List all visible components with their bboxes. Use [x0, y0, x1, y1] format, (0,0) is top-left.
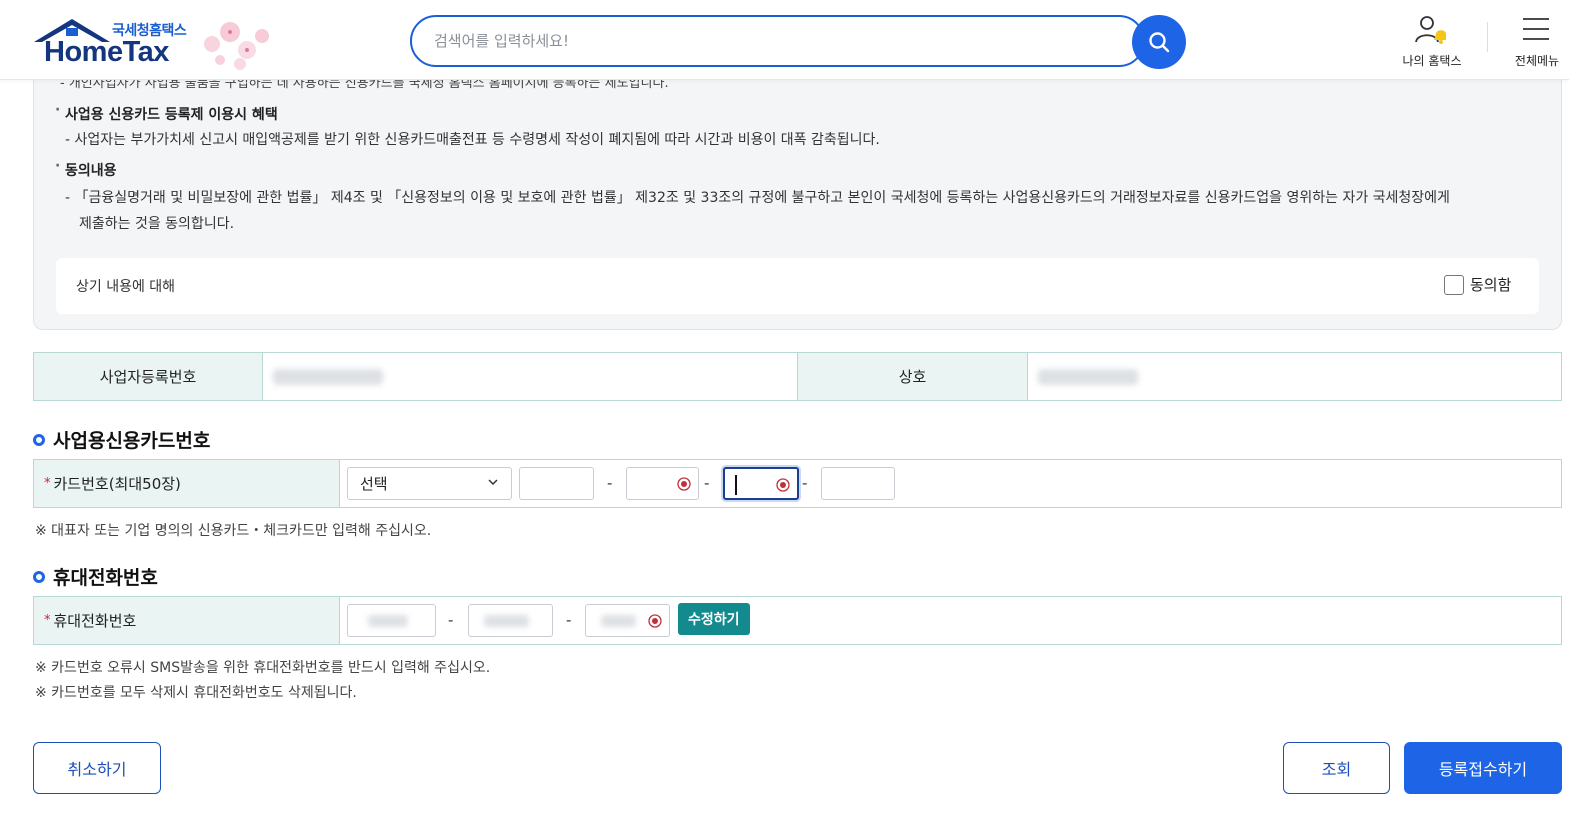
- agreement-question: 상기 내용에 대해: [76, 279, 176, 295]
- search-button[interactable]: [1132, 15, 1186, 69]
- all-menu-label: 전체메뉴: [1514, 54, 1560, 68]
- chevron-down-icon: [488, 479, 498, 486]
- phone-part3-input[interactable]: [585, 604, 670, 637]
- my-hometax-button[interactable]: 나의 홈택스: [1392, 12, 1472, 72]
- card-note: ※ 대표자 또는 기업 명의의 신용카드・체크카드만 입력해 주십시오.: [35, 523, 432, 539]
- edit-phone-button[interactable]: 수정하기: [678, 603, 750, 635]
- card-number-part3-input[interactable]: [723, 467, 799, 500]
- my-hometax-label: 나의 홈택스: [1402, 54, 1462, 68]
- hometax-logo[interactable]: 국세청홈택스 HomeTax: [32, 14, 282, 74]
- dash-separator: -: [566, 611, 572, 629]
- agree-checkbox-label: 동의함: [1470, 276, 1512, 294]
- cancel-button[interactable]: 취소하기: [33, 742, 161, 794]
- phone-part2-input[interactable]: [468, 604, 553, 637]
- dash-separator: -: [448, 611, 454, 629]
- search-box: [410, 15, 1145, 67]
- phone-note-1: ※ 카드번호 오류시 SMS발송을 위한 휴대전화번호를 반드시 입력해 주십시…: [35, 660, 491, 676]
- consent-text-cont: 제출하는 것을 동의합니다.: [79, 216, 235, 232]
- phone-section-title: 휴대전화번호: [33, 563, 158, 590]
- card-company-select-value: 선택: [360, 475, 388, 493]
- card-number-part2-input[interactable]: [626, 467, 699, 500]
- required-mark: *: [44, 613, 51, 628]
- text-cursor: [735, 475, 737, 495]
- benefit-text: - 사업자는 부가가치세 신고시 매입액공제를 받기 위한 신용카드매출전표 등…: [65, 132, 880, 148]
- biz-name-value: [1028, 353, 1561, 400]
- reg-no-redacted: [273, 369, 383, 385]
- phone-note-2: ※ 카드번호를 모두 삭제시 휴대전화번호도 삭제됩니다.: [35, 685, 357, 701]
- consent-text: - 「금융실명거래 및 비밀보장에 관한 법률」 제4조 및 「신용정보의 이용…: [65, 190, 1450, 206]
- card-company-select[interactable]: 선택: [347, 467, 512, 500]
- phone-number-label: * 휴대전화번호: [34, 597, 340, 644]
- required-mark: *: [44, 476, 51, 491]
- business-info-table: 사업자등록번호 상호: [33, 352, 1562, 401]
- masked-eye-icon[interactable]: [647, 613, 663, 629]
- card-section-title: 사업용신용카드번호: [33, 426, 210, 453]
- agree-checkbox-box[interactable]: [1444, 274, 1464, 295]
- dash-separator: -: [802, 474, 808, 492]
- agreement-question-row: 상기 내용에 대해 동의함: [56, 258, 1539, 314]
- card-number-inputs: 선택 - - -: [340, 460, 1561, 507]
- phone-number-row: * 휴대전화번호 - - 수정하기: [33, 596, 1562, 645]
- biz-name-header: 상호: [798, 353, 1028, 400]
- card-number-row: * 카드번호(최대50장) 선택 - - -: [33, 459, 1562, 508]
- reg-no-value: [263, 353, 798, 400]
- hamburger-menu-icon: [1523, 18, 1549, 40]
- section-bullet-icon: [33, 570, 45, 583]
- dash-separator: -: [704, 474, 710, 492]
- logo-title: HomeTax: [44, 36, 169, 68]
- masked-eye-icon[interactable]: [676, 476, 692, 492]
- phone-section-title-text: 휴대전화번호: [53, 567, 158, 589]
- header-divider: [1487, 22, 1488, 52]
- search-icon: [1149, 32, 1170, 53]
- phone-part2-redacted: [484, 615, 529, 627]
- all-menu-button[interactable]: 전체메뉴: [1505, 12, 1569, 72]
- reg-no-header: 사업자등록번호: [34, 353, 263, 400]
- biz-name-redacted: [1038, 369, 1138, 385]
- user-bell-icon: [1415, 16, 1446, 44]
- card-number-part1-input[interactable]: [519, 467, 594, 500]
- card-section-title-text: 사업용신용카드번호: [53, 430, 211, 452]
- search-input[interactable]: [434, 17, 1114, 65]
- search-query-button[interactable]: 조회: [1283, 742, 1390, 794]
- cherry-blossom-icon: [204, 22, 269, 70]
- card-number-label: * 카드번호(최대50장): [34, 460, 340, 507]
- dash-separator: -: [607, 474, 613, 492]
- consent-title: 동의내용: [55, 158, 116, 180]
- phone-number-label-text: 휴대전화번호: [53, 612, 137, 630]
- submit-registration-button[interactable]: 등록접수하기: [1404, 742, 1562, 794]
- header: 국세청홈택스 HomeTax 나의 홈택스: [0, 0, 1569, 80]
- phone-part1-input[interactable]: [347, 604, 436, 637]
- phone-number-inputs: - - 수정하기: [340, 597, 1561, 644]
- card-number-part4-input[interactable]: [821, 467, 895, 500]
- phone-part1-redacted: [368, 615, 408, 627]
- card-number-label-text: 카드번호(최대50장): [53, 475, 181, 493]
- benefit-title: 사업용 신용카드 등록제 이용시 혜택: [55, 102, 278, 124]
- masked-eye-icon[interactable]: [775, 477, 791, 493]
- agree-checkbox[interactable]: 동의함: [1444, 274, 1511, 295]
- phone-part3-redacted: [601, 615, 636, 627]
- section-bullet-icon: [33, 433, 45, 446]
